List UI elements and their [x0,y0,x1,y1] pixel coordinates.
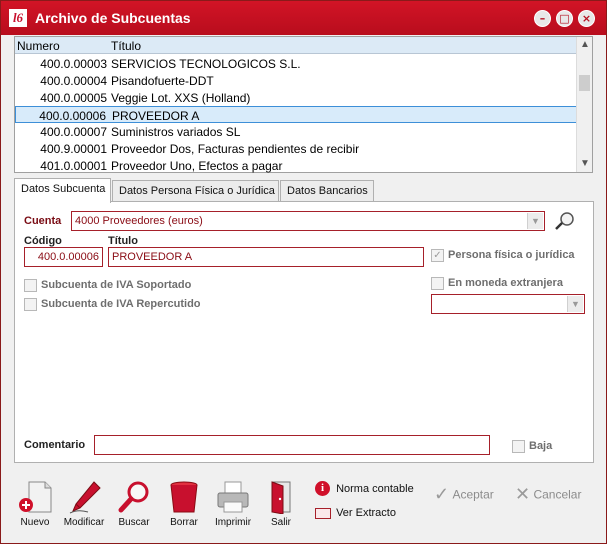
titulo-field[interactable]: PROVEEDOR A [108,247,424,267]
tab-datos-subcuenta[interactable]: Datos Subcuenta [14,178,111,203]
info-icon: i [315,481,330,496]
row-numero: 401.0.00001 [40,159,107,173]
comentario-label: Comentario [24,439,86,451]
imprimir-button[interactable]: Imprimir [207,480,259,528]
door-exit-icon [271,481,291,514]
row-titulo: Suministros variados SL [111,125,241,139]
persona-checkbox[interactable]: ✓ [431,249,444,262]
aceptar-label: Aceptar [452,487,494,502]
cuenta-select[interactable]: 4000 Proveedores (euros) ▼ [71,211,545,231]
codigo-label: Código [24,235,62,247]
scroll-thumb[interactable] [579,75,590,91]
tab-panel-subcuenta: Cuenta 4000 Proveedores (euros) ▼ Código… [14,201,594,463]
borrar-label: Borrar [170,517,198,528]
persona-label: Persona física o jurídica [448,249,575,261]
moneda-select[interactable]: ▼ [431,294,585,314]
comentario-field[interactable] [94,435,490,455]
norma-contable-label: Norma contable [336,482,414,495]
column-header-titulo[interactable]: Título [111,39,141,53]
pen-icon [69,481,101,514]
buscar-label: Buscar [118,517,150,528]
list-row[interactable]: 400.9.00001 Proveedor Dos, Facturas pend… [15,140,577,157]
row-numero: 400.0.00005 [40,91,107,105]
aceptar-button[interactable]: ✓ Aceptar [434,484,494,505]
titulo-label: Título [108,235,138,247]
cancelar-label: Cancelar [533,487,582,502]
close-button[interactable]: × [578,10,595,27]
ver-extracto-label: Ver Extracto [336,507,396,520]
salir-label: Salir [270,517,291,528]
nuevo-button[interactable]: Nuevo [9,480,61,528]
window-title: Archivo de Subcuentas [35,10,191,26]
list-scrollbar[interactable]: ▲ ▼ [576,37,592,172]
maximize-button[interactable]: □ [556,10,573,27]
row-titulo: Pisandofuerte-DDT [111,74,214,88]
printer-icon [217,481,249,513]
salir-button[interactable]: Salir [255,480,307,528]
row-titulo: PROVEEDOR A [112,109,200,123]
row-numero: 400.0.00006 [39,109,106,123]
moneda-label: En moneda extranjera [448,277,563,289]
list-row-selected[interactable]: 400.0.00006 PROVEEDOR A [15,106,577,123]
iva-soportado-checkbox[interactable] [24,279,37,292]
ver-extracto-button[interactable]: Ver Extracto [315,507,396,519]
check-icon: ✓ [434,484,450,504]
row-titulo: SERVICIOS TECNOLOGICOS S.L. [111,57,301,71]
imprimir-label: Imprimir [214,517,252,528]
statement-icon [315,507,331,519]
scroll-up-icon[interactable]: ▲ [577,37,593,53]
nuevo-label: Nuevo [20,517,50,528]
row-numero: 400.0.00007 [40,125,107,139]
scroll-down-icon[interactable]: ▼ [577,156,593,172]
row-titulo: Veggie Lot. XXS (Holland) [111,91,251,105]
row-numero: 400.9.00001 [40,142,107,156]
app-logo-icon: l6 [9,9,27,27]
row-titulo: Proveedor Uno, Efectos a pagar [111,159,283,173]
cuenta-value: 4000 Proveedores (euros) [75,215,203,227]
row-numero: 400.0.00004 [40,74,107,88]
iva-repercutido-label: Subcuenta de IVA Repercutido [41,298,201,310]
column-header-numero[interactable]: Numero [17,39,60,53]
subaccounts-list[interactable]: Numero Título 400.0.00003 SERVICIOS TECN… [14,36,593,173]
minimize-button[interactable]: – [534,10,551,27]
list-header: Numero Título [15,37,577,54]
iva-soportado-label: Subcuenta de IVA Soportado [41,279,192,291]
magnifier-icon[interactable] [555,211,577,231]
norma-contable-button[interactable]: i Norma contable [315,481,414,496]
row-titulo: Proveedor Dos, Facturas pendientes de re… [111,142,360,156]
subcuentas-window: l6 Archivo de Subcuentas – □ × Numero Tí… [0,0,607,544]
magnifier-icon [118,481,149,513]
row-numero: 400.0.00003 [40,57,107,71]
chevron-down-icon[interactable]: ▼ [567,296,583,312]
list-row[interactable]: 400.0.00005 Veggie Lot. XXS (Holland) [15,89,577,106]
buscar-button[interactable]: Buscar [108,480,160,528]
trash-bin-icon [170,481,198,513]
detail-tabs: Datos Subcuenta Datos Persona Física o J… [14,178,594,203]
check-icon: ✓ [433,250,442,261]
modificar-button[interactable]: Modificar [58,480,110,528]
moneda-checkbox[interactable] [431,277,444,290]
borrar-button[interactable]: Borrar [158,480,210,528]
iva-repercutido-checkbox[interactable] [24,298,37,311]
list-row[interactable]: 400.0.00003 SERVICIOS TECNOLOGICOS S.L. [15,55,577,72]
codigo-field[interactable]: 400.0.00006 [24,247,103,267]
cuenta-label: Cuenta [24,215,62,227]
chevron-down-icon[interactable]: ▼ [527,213,543,229]
cancelar-button[interactable]: ✕ Cancelar [515,484,581,505]
tab-datos-bancarios[interactable]: Datos Bancarios [280,180,374,202]
baja-checkbox[interactable] [512,440,525,453]
baja-label: Baja [529,440,553,452]
list-row[interactable]: 401.0.00001 Proveedor Uno, Efectos a pag… [15,157,577,174]
cross-icon: ✕ [515,484,531,504]
list-row[interactable]: 400.0.00004 Pisandofuerte-DDT [15,72,577,89]
list-row[interactable]: 400.0.00007 Suministros variados SL [15,123,577,140]
tab-datos-persona[interactable]: Datos Persona Física o Jurídica [112,180,279,202]
new-document-icon [19,481,52,513]
title-bar: l6 Archivo de Subcuentas – □ × [1,1,606,35]
modificar-label: Modificar [63,517,105,528]
